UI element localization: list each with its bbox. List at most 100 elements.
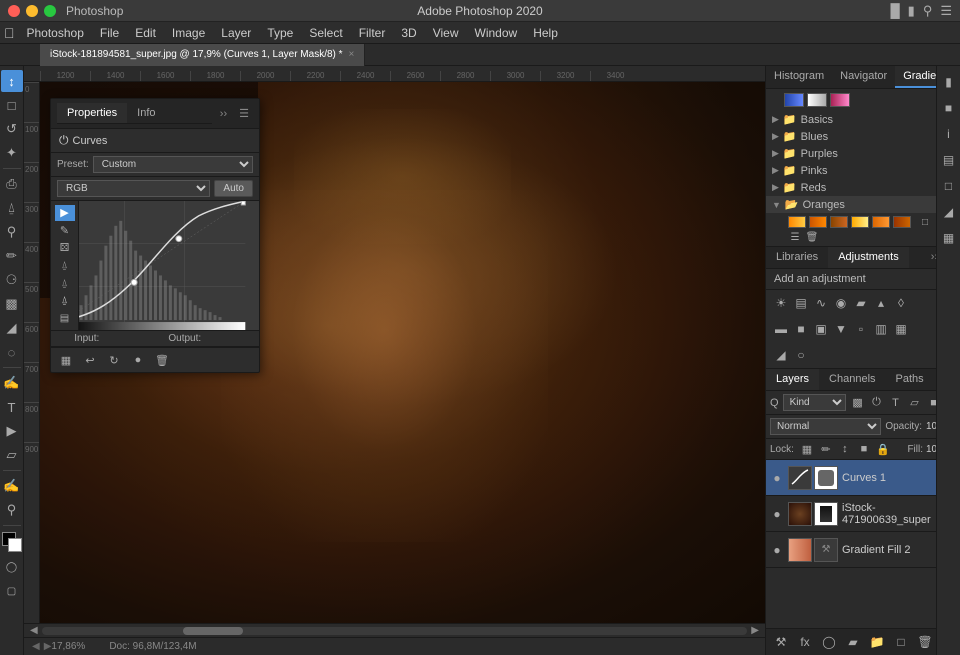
layer-group-icon[interactable]: 📁	[868, 633, 886, 651]
horizontal-scrollbar[interactable]: ◀ ▶	[24, 623, 765, 637]
adjustments-tab[interactable]: Adjustments	[828, 247, 909, 268]
layers-tab[interactable]: Layers	[766, 369, 819, 390]
shape-tool[interactable]: ▱	[1, 444, 23, 466]
layer-visibility-toggle[interactable]: ●	[770, 471, 784, 485]
gradient-item-pinks[interactable]: ▶ 📁 Pinks	[766, 162, 960, 179]
layer-item-curves1[interactable]: ● Curves 1	[766, 460, 960, 496]
pixel-filter-icon[interactable]: ▩	[850, 395, 866, 411]
menu-window[interactable]: Window	[467, 24, 526, 42]
panel-expand-icon[interactable]: ››	[216, 108, 231, 120]
gradient-swatch-blue[interactable]	[784, 93, 804, 107]
navigator-icon[interactable]: ■	[939, 98, 959, 118]
invert-icon[interactable]: ▫	[852, 320, 870, 338]
histogram-icon[interactable]: ▮	[939, 72, 959, 92]
type-tool[interactable]: T	[1, 396, 23, 418]
patterns-strip-icon[interactable]: ▦	[939, 228, 959, 248]
lock-transparent-icon[interactable]: ▦	[799, 441, 815, 457]
healing-tool[interactable]: ⚲	[1, 221, 23, 243]
info-tab[interactable]: Info	[127, 103, 165, 123]
paths-tab[interactable]: Paths	[886, 369, 934, 390]
apple-icon[interactable]: 	[4, 25, 15, 41]
dodge-tool[interactable]: ◌	[1, 341, 23, 363]
type-filter-icon[interactable]: T	[888, 395, 904, 411]
gradient-map-icon[interactable]: ◢	[772, 346, 790, 364]
scrollbar-track[interactable]	[42, 627, 748, 635]
navigator-tab[interactable]: Navigator	[832, 66, 895, 88]
new-layer-icon[interactable]: □	[892, 633, 910, 651]
layer-mask-icon[interactable]: ◯	[820, 633, 838, 651]
delete-adjustment-icon[interactable]: 🗑	[153, 351, 171, 369]
color-balance-icon[interactable]: ◊	[892, 294, 910, 312]
lock-artboard-icon[interactable]: ■	[856, 441, 872, 457]
gradient-item-blues[interactable]: ▶ 📁 Blues	[766, 128, 960, 145]
menu-edit[interactable]: Edit	[127, 24, 164, 42]
curves-pencil-tool[interactable]: ✎	[55, 223, 75, 239]
swatch-menu-icon[interactable]: ☰	[788, 231, 802, 243]
menu-type[interactable]: Type	[259, 24, 301, 42]
color-lookup-icon[interactable]: ▼	[832, 320, 850, 338]
channel-mixer-icon[interactable]: ▣	[812, 320, 830, 338]
exposure-icon[interactable]: ◉	[832, 294, 850, 312]
layer-visibility-toggle[interactable]: ●	[770, 507, 784, 521]
orange-swatch-1[interactable]	[788, 216, 806, 228]
orange-swatch-2[interactable]	[809, 216, 827, 228]
levels-icon[interactable]: ▤	[792, 294, 810, 312]
scroll-left-arrow[interactable]: ◀	[26, 625, 42, 636]
delete-layer-icon[interactable]: 🗑	[916, 633, 934, 651]
menu-filter[interactable]: Filter	[351, 24, 394, 42]
hand-tool[interactable]: ✍	[1, 475, 23, 497]
orange-swatch-3[interactable]	[830, 216, 848, 228]
shape-filter-icon[interactable]: ▱	[907, 395, 923, 411]
threshold-icon[interactable]: ▦	[892, 320, 910, 338]
pen-tool[interactable]: ✍	[1, 372, 23, 394]
background-color[interactable]	[8, 538, 22, 552]
lock-all-icon[interactable]: 🔒	[875, 441, 891, 457]
preset-select[interactable]: Custom Default Strong Contrast	[93, 156, 253, 173]
auto-button[interactable]: Auto	[214, 180, 253, 197]
orange-swatch-6[interactable]	[893, 216, 911, 228]
lock-pixels-icon[interactable]: ✏	[818, 441, 834, 457]
orange-swatch-5[interactable]	[872, 216, 890, 228]
scrollbar-thumb[interactable]	[183, 627, 243, 635]
swatches-strip-icon[interactable]: □	[939, 176, 959, 196]
eyedropper-tool[interactable]: ⍙	[1, 197, 23, 219]
layer-kind-select[interactable]: Kind Name Effect	[783, 394, 846, 411]
clip-to-layer-icon[interactable]: ▦	[57, 351, 75, 369]
adjustment-filter-icon[interactable]: ⏻	[869, 395, 885, 411]
curves-graph[interactable]: ▶ ✎ ⚄ ⍙ ⍙ ⍙ ▤	[51, 201, 259, 331]
marquee-tool[interactable]: □	[1, 94, 23, 116]
quick-select-tool[interactable]: ✦	[1, 142, 23, 164]
status-left-arrow[interactable]: ◀	[32, 641, 40, 652]
maximize-button[interactable]	[44, 5, 56, 17]
path-select-tool[interactable]: ▶	[1, 420, 23, 442]
menu-select[interactable]: Select	[301, 24, 350, 42]
previous-state-icon[interactable]: ↩	[81, 351, 99, 369]
visibility-icon[interactable]: ●	[129, 351, 147, 369]
menu-photoshop[interactable]: Photoshop	[19, 24, 92, 42]
tab-close-button[interactable]: ×	[349, 49, 355, 60]
status-nav-arrows[interactable]: ◀ ▶	[32, 641, 51, 652]
gradients-strip-icon[interactable]: ◢	[939, 202, 959, 222]
curves-pointer-tool[interactable]: ▶	[55, 205, 75, 221]
search-icon[interactable]: ⚲	[923, 3, 933, 19]
layer-link-icon[interactable]: ⚒	[772, 633, 790, 651]
black-white-icon[interactable]: ▬	[772, 320, 790, 338]
foreground-background-colors[interactable]	[2, 532, 22, 552]
posterize-icon[interactable]: ▥	[872, 320, 890, 338]
menu-3d[interactable]: 3D	[393, 24, 424, 42]
curves-eyedropper-gray[interactable]: ⍙	[55, 275, 75, 291]
vibrance-icon[interactable]: ▰	[852, 294, 870, 312]
menu-layer[interactable]: Layer	[213, 24, 259, 42]
info-strip-icon[interactable]: i	[939, 124, 959, 144]
curves-icon[interactable]: ∿	[812, 294, 830, 312]
gradient-tool[interactable]: ◢	[1, 317, 23, 339]
panel-menu-icon[interactable]: ☰	[235, 107, 253, 120]
layer-effects-icon[interactable]: fx	[796, 633, 814, 651]
curves-smooth-tool[interactable]: ⚄	[55, 240, 75, 256]
layer-adjustment-icon[interactable]: ▰	[844, 633, 862, 651]
hsl-icon[interactable]: ▴	[872, 294, 890, 312]
gradient-item-purples[interactable]: ▶ 📁 Purples	[766, 145, 960, 162]
curves-eyedropper-black[interactable]: ⍙	[55, 258, 75, 274]
gradient-swatch-pink[interactable]	[830, 93, 850, 107]
libraries-tab[interactable]: Libraries	[766, 247, 828, 268]
